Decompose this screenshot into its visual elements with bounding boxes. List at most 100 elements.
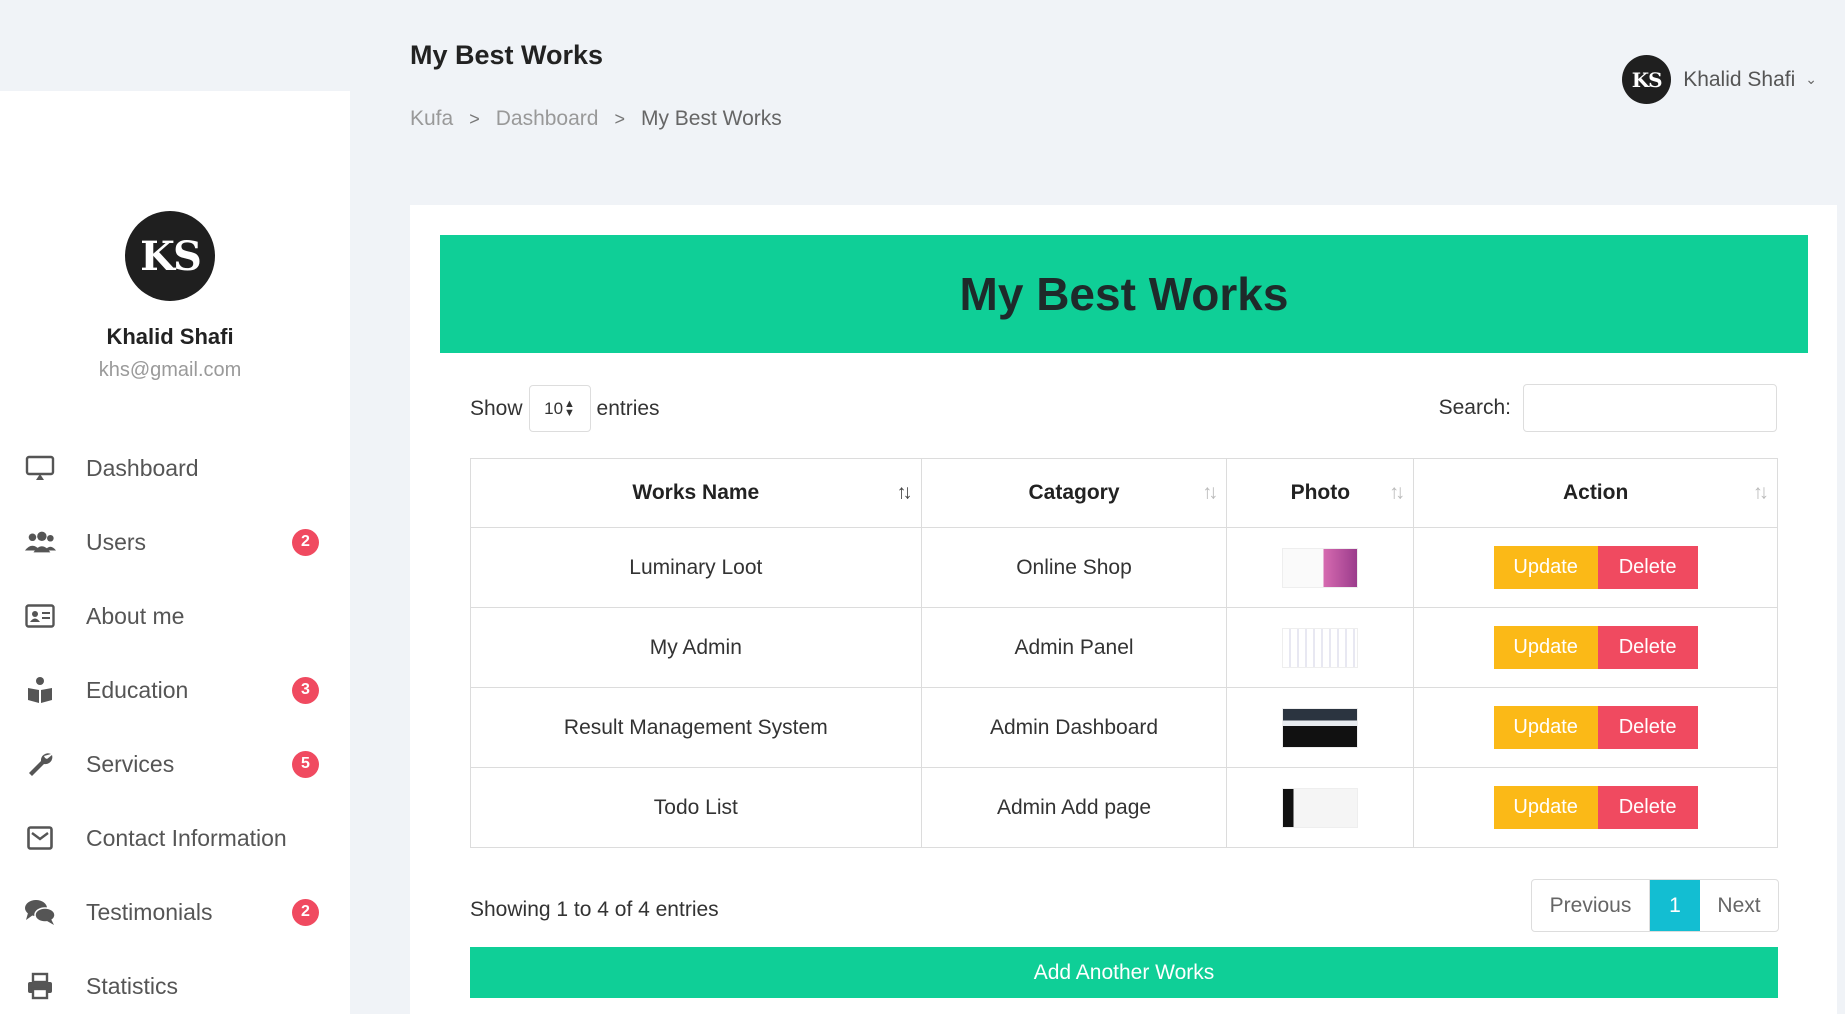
photo-cell <box>1226 767 1415 848</box>
column-label: Works Name <box>632 481 760 504</box>
entries-label: entries <box>596 396 660 420</box>
search-input[interactable] <box>1523 384 1777 432</box>
user-name: Khalid Shafi <box>1683 67 1796 91</box>
sidebar-item-testimonials[interactable]: Testimonials 2 <box>0 875 350 949</box>
add-another-works-button[interactable]: Add Another Works <box>470 947 1778 998</box>
update-button[interactable]: Update <box>1493 786 1598 829</box>
avatar: KS <box>1622 55 1672 104</box>
table-row: Result Management System Admin Dashboard… <box>470 687 1778 768</box>
works-name-cell: Result Management System <box>470 687 922 768</box>
sort-icon: ↑↓ <box>1753 481 1769 504</box>
update-button[interactable]: Update <box>1493 706 1598 749</box>
comments-icon <box>24 896 56 928</box>
column-label: Catagory <box>1028 481 1120 504</box>
table-info-text: Showing 1 to 4 of 4 entries <box>470 898 719 921</box>
todo-list-thumbnail <box>1282 787 1359 828</box>
sort-asc-icon: ↑↓ <box>896 481 913 504</box>
sidebar-item-dashboard[interactable]: Dashboard <box>0 431 350 505</box>
category-cell: Admin Dashboard <box>920 687 1228 768</box>
sidebar-nav: Dashboard Users 2 About me Education 3 S… <box>0 431 350 1014</box>
previous-page-button[interactable]: Previous <box>1532 880 1650 931</box>
banner-title: My Best Works <box>959 268 1289 320</box>
table-row: My Admin Admin Panel Update Delete <box>470 607 1778 688</box>
chevron-down-icon: ⌄ <box>1805 71 1817 87</box>
column-label: Action <box>1562 481 1629 504</box>
sidebar-item-about-me[interactable]: About me <box>0 579 350 653</box>
action-cell: Update Delete <box>1413 527 1778 608</box>
sidebar-item-label: Users <box>86 528 147 555</box>
sidebar-item-label: Education <box>86 676 189 703</box>
sort-icon: ↑↓ <box>1389 481 1405 504</box>
entries-select[interactable]: 10 ▲ ▼ <box>528 385 591 432</box>
works-name-cell: Luminary Loot <box>470 527 922 608</box>
sidebar-item-label: About me <box>86 602 185 629</box>
category-cell: Admin Panel <box>920 607 1228 688</box>
update-button[interactable]: Update <box>1493 626 1598 669</box>
entries-value: 10 <box>544 398 564 418</box>
printer-icon <box>24 970 56 1002</box>
column-header-category[interactable]: Catagory ↑↓ <box>920 458 1228 528</box>
column-header-photo[interactable]: Photo ↑↓ <box>1226 458 1415 528</box>
works-name-cell: My Admin <box>470 607 922 688</box>
category-cell: Admin Add page <box>920 767 1228 848</box>
services-count-badge: 5 <box>292 750 319 778</box>
sidebar-item-contact-information[interactable]: Contact Information <box>0 801 350 875</box>
photo-cell <box>1226 687 1415 768</box>
id-card-icon <box>24 600 56 632</box>
table-row: Luminary Loot Online Shop Update Delete <box>470 527 1778 608</box>
pagination: Previous 1 Next <box>1531 879 1779 932</box>
sidebar-item-services[interactable]: Services 5 <box>0 727 350 801</box>
breadcrumb-kufa[interactable]: Kufa <box>410 107 453 131</box>
luminary-loot-thumbnail <box>1282 547 1359 588</box>
column-header-works-name[interactable]: Works Name ↑↓ <box>470 458 922 528</box>
table-header-row: Works Name ↑↓ Catagory ↑↓ Photo ↑↓ Action ↑↓ <box>470 458 1778 528</box>
category-cell: Online Shop <box>920 527 1228 608</box>
breadcrumb: Kufa > Dashboard > My Best Works <box>410 107 782 131</box>
delete-button[interactable]: Delete <box>1597 546 1698 589</box>
delete-button[interactable]: Delete <box>1597 786 1698 829</box>
monitor-icon <box>24 452 56 484</box>
profile-email: khs@gmail.com <box>98 359 242 381</box>
sidebar-item-label: Services <box>86 750 175 777</box>
avatar-initials: KS <box>1631 67 1663 92</box>
column-header-action[interactable]: Action ↑↓ <box>1413 458 1778 528</box>
works-banner: My Best Works <box>440 235 1808 353</box>
avatar-initials: KS <box>140 232 202 280</box>
breadcrumb-separator-icon: > <box>614 108 625 129</box>
breadcrumb-current: My Best Works <box>640 107 782 130</box>
action-cell: Update Delete <box>1413 607 1778 688</box>
delete-button[interactable]: Delete <box>1597 706 1698 749</box>
result-management-thumbnail <box>1282 707 1359 748</box>
profile-name: Khalid Shafi <box>106 324 234 349</box>
sidebar-item-users[interactable]: Users 2 <box>0 505 350 579</box>
column-label: Photo <box>1290 481 1351 504</box>
education-count-badge: 3 <box>292 676 319 704</box>
users-count-badge: 2 <box>292 528 319 556</box>
table-row: Todo List Admin Add page Update Delete <box>470 767 1778 848</box>
works-table: Works Name ↑↓ Catagory ↑↓ Photo ↑↓ Action ↑↓… <box>470 458 1778 848</box>
photo-cell <box>1226 527 1415 608</box>
sidebar-item-label: Statistics <box>86 972 179 999</box>
entries-length-control: Show 10 ▲ ▼ entries <box>470 385 660 432</box>
page-title: My Best Works <box>410 40 604 70</box>
update-button[interactable]: Update <box>1493 546 1598 589</box>
profile-avatar: KS <box>125 211 215 301</box>
page-1-button[interactable]: 1 <box>1650 880 1700 931</box>
sidebar-item-label: Testimonials <box>86 898 213 925</box>
sidebar-item-education[interactable]: Education 3 <box>0 653 350 727</box>
action-cell: Update Delete <box>1413 767 1778 848</box>
action-cell: Update Delete <box>1413 687 1778 768</box>
delete-button[interactable]: Delete <box>1597 626 1698 669</box>
users-icon <box>24 526 56 558</box>
sidebar-item-statistics[interactable]: Statistics <box>0 949 350 1014</box>
next-page-button[interactable]: Next <box>1700 880 1778 931</box>
search-control: Search: <box>1439 384 1777 432</box>
envelope-icon <box>24 822 56 854</box>
search-label: Search: <box>1438 396 1511 419</box>
sidebar: KS Khalid Shafi khs@gmail.com Dashboard … <box>0 91 350 1014</box>
user-menu[interactable]: KS Khalid Shafi ⌄ <box>1622 55 1817 104</box>
show-label: Show <box>470 396 523 420</box>
works-name-cell: Todo List <box>470 767 922 848</box>
my-admin-thumbnail <box>1282 627 1359 668</box>
breadcrumb-dashboard[interactable]: Dashboard <box>496 107 599 131</box>
